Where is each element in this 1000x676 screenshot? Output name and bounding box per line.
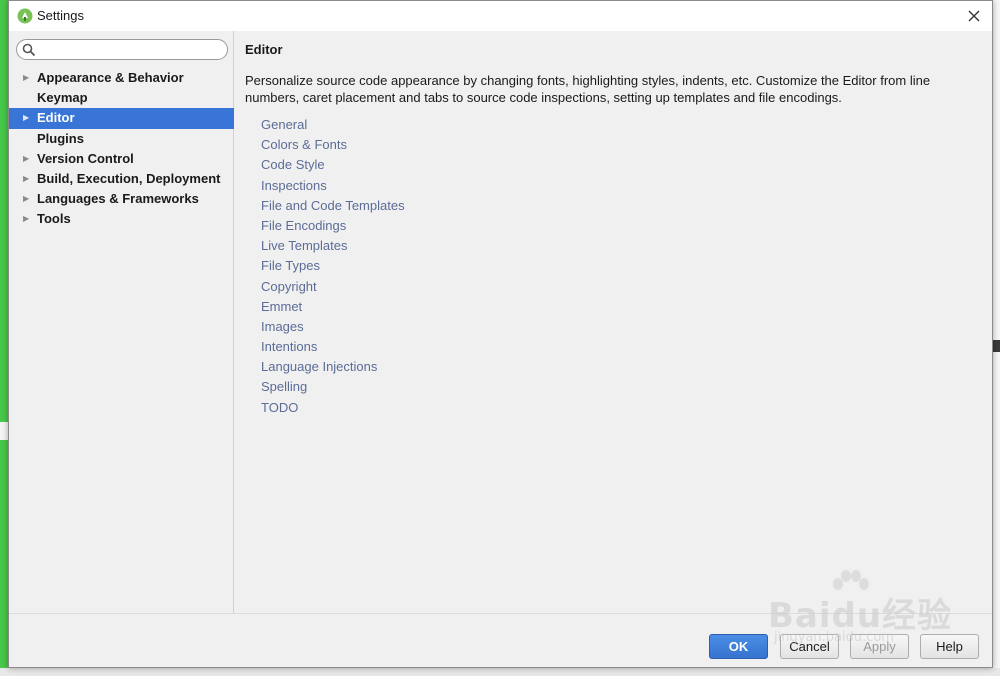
- link-file-types[interactable]: File Types: [261, 256, 405, 276]
- background-band: [0, 422, 8, 440]
- page-title: Editor: [245, 42, 283, 57]
- page-description: Personalize source code appearance by ch…: [245, 73, 931, 105]
- link-emmet[interactable]: Emmet: [261, 297, 405, 317]
- sidebar-item-languages-frameworks[interactable]: ▶ Languages & Frameworks: [9, 189, 234, 209]
- link-live-templates[interactable]: Live Templates: [261, 236, 405, 256]
- search-field[interactable]: [16, 39, 228, 60]
- link-code-style[interactable]: Code Style: [261, 155, 405, 175]
- sidebar-item-tools[interactable]: ▶ Tools: [9, 209, 234, 229]
- sidebar-item-plugins[interactable]: Plugins: [9, 129, 234, 149]
- link-copyright[interactable]: Copyright: [261, 277, 405, 297]
- close-button[interactable]: [962, 4, 986, 28]
- sidebar-item-label: Appearance & Behavior: [37, 70, 184, 85]
- background-window-right-edge: [992, 0, 1000, 676]
- search-icon: [22, 43, 36, 57]
- triangle-right-icon[interactable]: ▶: [23, 108, 29, 128]
- link-general[interactable]: General: [261, 115, 405, 135]
- close-icon: [968, 10, 980, 22]
- link-intentions[interactable]: Intentions: [261, 337, 405, 357]
- settings-dialog: Settings ▶ Appearance & Behavior Keymap: [8, 0, 993, 668]
- settings-tree: ▶ Appearance & Behavior Keymap ▶ Editor …: [9, 68, 234, 230]
- search-input[interactable]: [39, 42, 224, 58]
- link-colors-fonts[interactable]: Colors & Fonts: [261, 135, 405, 155]
- link-inspections[interactable]: Inspections: [261, 176, 405, 196]
- link-spelling[interactable]: Spelling: [261, 377, 405, 397]
- link-file-encodings[interactable]: File Encodings: [261, 216, 405, 236]
- editor-subpage-links: General Colors & Fonts Code Style Inspec…: [261, 115, 405, 418]
- sidebar-item-label: Keymap: [37, 90, 88, 106]
- sidebar-item-label: Editor: [37, 110, 75, 126]
- triangle-right-icon[interactable]: ▶: [23, 209, 29, 229]
- background-window-left-edge: [0, 0, 8, 676]
- sidebar-item-label: Tools: [37, 211, 71, 227]
- triangle-right-icon[interactable]: ▶: [23, 189, 29, 209]
- sidebar-item-build-execution-deployment[interactable]: ▶ Build, Execution, Deployment: [9, 169, 234, 189]
- watermark-url: jingyan.baidu.com: [774, 630, 894, 645]
- triangle-right-icon[interactable]: ▶: [23, 68, 29, 88]
- sidebar-item-label: Languages & Frameworks: [37, 191, 199, 207]
- sidebar-item-editor[interactable]: ▶ Editor: [9, 108, 234, 129]
- title-bar: Settings: [9, 1, 992, 31]
- background-window-bottom-edge: [0, 668, 1000, 676]
- sidebar-item-appearance-behavior[interactable]: ▶ Appearance & Behavior: [9, 68, 234, 88]
- link-todo[interactable]: TODO: [261, 398, 405, 418]
- background-band: [993, 340, 1000, 352]
- sidebar-item-version-control[interactable]: ▶ Version Control: [9, 149, 234, 169]
- sidebar-item-label: Build, Execution, Deployment: [37, 170, 221, 186]
- sidebar-item-label: Plugins: [37, 130, 84, 146]
- window-title: Settings: [37, 8, 84, 23]
- triangle-right-icon[interactable]: ▶: [23, 149, 29, 169]
- link-file-and-code-templates[interactable]: File and Code Templates: [261, 196, 405, 216]
- sidebar-item-keymap[interactable]: Keymap: [9, 88, 234, 108]
- triangle-right-icon[interactable]: ▶: [23, 169, 29, 189]
- link-images[interactable]: Images: [261, 317, 405, 337]
- editor-settings-panel: Editor Personalize source code appearanc…: [235, 31, 992, 613]
- settings-sidebar: ▶ Appearance & Behavior Keymap ▶ Editor …: [9, 31, 234, 613]
- baidu-watermark: Baidu经验 jingyan.baidu.com: [760, 570, 960, 650]
- sidebar-item-label: Version Control: [37, 150, 134, 166]
- android-studio-icon: [17, 8, 33, 24]
- link-language-injections[interactable]: Language Injections: [261, 357, 405, 377]
